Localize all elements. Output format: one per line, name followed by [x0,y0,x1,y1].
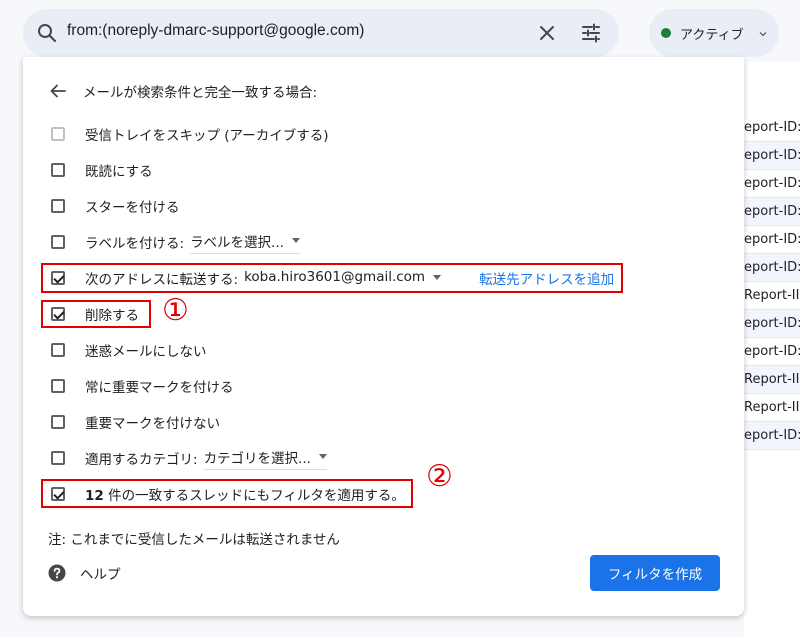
checkbox-mark-read[interactable] [51,163,65,177]
inbox-row[interactable]: eport-ID: [744,226,800,254]
option-label: 既読にする [85,164,153,180]
search-icon[interactable] [35,21,59,45]
inbox-row[interactable]: eport-ID: [744,198,800,226]
option-label: 常に重要マークを付ける [85,380,234,396]
inbox-row[interactable]: eport-ID: [744,422,800,450]
highlight-box-delete [41,300,151,328]
category-select[interactable]: カテゴリを選択... [203,447,327,470]
checkbox-category[interactable] [51,451,65,465]
annotation-marker-2: ② [426,459,453,494]
inbox-header-area [744,62,800,114]
option-category: 適用するカテゴリ: カテゴリを選択... [51,447,327,470]
help-link[interactable]: ヘルプ [48,563,121,583]
status-label: アクティブ [680,28,744,43]
category-select-value: カテゴリを選択... [203,450,311,467]
option-label: 迷惑メールにしない [85,344,207,360]
option-mark-read: 既読にする [51,160,153,180]
dropdown-caret-icon [318,454,327,459]
clear-search-icon[interactable] [535,21,559,45]
highlight-box-apply-matching [41,479,413,508]
back-arrow-icon[interactable] [48,81,68,101]
label-select[interactable]: ラベルを選択... [190,231,300,254]
help-label: ヘルプ [80,567,121,583]
option-skip-inbox: 受信トレイをスキップ (アーカイブする) [51,124,329,144]
search-input[interactable] [67,22,527,40]
filter-dialog: メールが検索条件と完全一致する場合: 受信トレイをスキップ (アーカイブする) … [23,57,744,616]
annotation-marker-1: ① [162,293,189,328]
forwarding-note: 注: これまでに受信したメールは転送されません [48,532,340,548]
search-options-icon[interactable] [579,21,603,45]
create-filter-button[interactable]: フィルタを作成 [590,555,720,591]
checkbox-skip-inbox[interactable] [51,127,65,141]
checkbox-never-spam[interactable] [51,343,65,357]
search-bar [23,9,619,57]
option-label: ラベルを付ける: [85,236,185,252]
inbox-lower-area [744,450,800,637]
option-label: 受信トレイをスキップ (アーカイブする) [85,128,329,144]
option-always-important: 常に重要マークを付ける [51,376,234,396]
inbox-row[interactable]: Report-II [744,282,800,310]
chevron-down-icon [759,32,767,37]
inbox-row[interactable]: eport-ID: [744,170,800,198]
option-label: 重要マークを付けない [85,416,220,432]
option-label: スターを付ける [85,200,180,216]
option-label: 適用するカテゴリ: [85,452,198,468]
help-icon [48,564,66,582]
filter-heading: メールが検索条件と完全一致する場合: [83,85,318,101]
dropdown-caret-icon [291,238,300,243]
checkbox-apply-label[interactable] [51,235,65,249]
inbox-row[interactable]: eport-ID: [744,142,800,170]
option-never-important: 重要マークを付けない [51,412,220,432]
inbox-row[interactable]: eport-ID: [744,310,800,338]
checkbox-star[interactable] [51,199,65,213]
inbox-row[interactable]: Report-II [744,366,800,394]
checkbox-always-important[interactable] [51,379,65,393]
inbox-list-peek: eport-ID: eport-ID: eport-ID: eport-ID: epor… [744,114,800,450]
inbox-row[interactable]: eport-ID: [744,114,800,142]
status-dot [661,28,671,38]
checkbox-never-important[interactable] [51,415,65,429]
highlight-box-forward [41,263,623,293]
inbox-row[interactable]: eport-ID: [744,254,800,282]
label-select-value: ラベルを選択... [190,234,284,251]
status-chip[interactable]: アクティブ [649,9,779,57]
option-never-spam: 迷惑メールにしない [51,340,207,360]
option-apply-label: ラベルを付ける: ラベルを選択... [51,231,300,254]
option-star: スターを付ける [51,196,180,216]
inbox-row[interactable]: Report-II [744,394,800,422]
inbox-row[interactable]: eport-ID: [744,338,800,366]
